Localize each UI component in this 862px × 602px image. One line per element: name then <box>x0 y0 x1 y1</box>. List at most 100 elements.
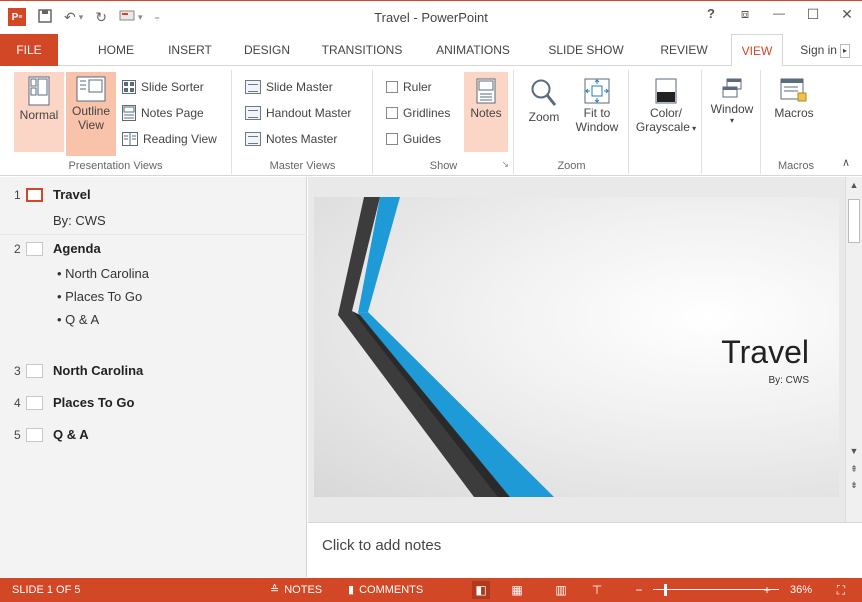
reading-view-status-icon[interactable]: ▥ <box>552 581 570 599</box>
tab-review[interactable]: REVIEW <box>654 34 714 66</box>
reading-view-label: Reading View <box>143 132 217 146</box>
help-icon[interactable]: ? <box>704 6 718 23</box>
show-dialog-launcher-icon[interactable]: ↘ <box>501 159 509 170</box>
tab-transitions[interactable]: TRANSITIONS <box>316 34 408 66</box>
gridlines-checkbox[interactable]: Gridlines <box>386 102 450 124</box>
notes-status-button[interactable]: ≙ NOTES <box>270 578 322 602</box>
zoom-button[interactable]: Zoom <box>523 72 565 152</box>
handout-master-label: Handout Master <box>266 106 352 120</box>
tab-design[interactable]: DESIGN <box>236 34 298 66</box>
save-icon[interactable] <box>38 8 52 26</box>
zoom-percentage[interactable]: 36% <box>790 578 812 602</box>
slide-master-button[interactable]: Slide Master <box>245 76 333 98</box>
outline-bullet[interactable]: • Places To Go <box>57 289 142 304</box>
outline-view-label-1: Outline <box>71 104 111 118</box>
group-zoom: Zoom Fit to Window Zoom <box>515 70 629 174</box>
normal-view-icon <box>28 76 50 106</box>
color-grayscale-label-2-text: Grayscale <box>635 120 690 134</box>
normal-view-status-icon[interactable]: ◧ <box>472 581 490 599</box>
tab-insert[interactable]: INSERT <box>160 34 220 66</box>
color-grayscale-button[interactable]: Color/ Grayscale ▾ <box>634 72 698 152</box>
slide-subtitle[interactable]: By: CWS <box>768 375 809 386</box>
notes-placeholder[interactable]: Click to add notes <box>322 537 441 554</box>
outline-view-icon <box>76 76 106 102</box>
previous-slide-icon[interactable]: ⇞ <box>846 461 862 477</box>
outline-slide-1-subtitle[interactable]: By: CWS <box>53 213 106 228</box>
start-from-beginning-icon[interactable] <box>119 9 135 26</box>
outline-slide-1[interactable]: 1 Travel <box>14 187 91 202</box>
zoom-label: Zoom <box>528 110 560 124</box>
status-bar: SLIDE 1 OF 5 ≙ NOTES ▮ COMMENTS ◧ ▦ ▥ ⊤ … <box>0 578 862 602</box>
undo-dropdown-icon[interactable]: ▾ <box>79 12 84 23</box>
outline-bullet[interactable]: • North Carolina <box>57 266 149 281</box>
notes-toggle-button[interactable]: Notes <box>464 72 508 152</box>
zoom-out-icon[interactable]: − <box>630 581 648 599</box>
next-slide-icon[interactable]: ⇟ <box>846 477 862 493</box>
tab-animations[interactable]: ANIMATIONS <box>430 34 516 66</box>
tab-view[interactable]: VIEW <box>731 34 783 67</box>
slide-sorter-status-icon[interactable]: ▦ <box>508 581 526 599</box>
tabs-scroll-right-icon[interactable]: ▸ <box>839 43 850 58</box>
vertical-scrollbar[interactable]: ▲ ▼ ⇞ ⇟ <box>845 177 862 522</box>
zoom-group-label: Zoom <box>557 160 586 172</box>
guides-checkbox[interactable]: Guides <box>386 128 441 150</box>
current-slide[interactable]: Travel By: CWS <box>314 197 839 497</box>
group-presentation-views: Normal Outline View Slide Sorter Notes P… <box>0 70 232 174</box>
outline-slide-5[interactable]: 5 Q & A <box>14 427 89 442</box>
comments-status-label: COMMENTS <box>359 584 424 596</box>
customize-qat-icon[interactable]: ⩦ <box>155 12 160 23</box>
tab-slide-show[interactable]: SLIDE SHOW <box>544 34 628 66</box>
macros-group-label: Macros <box>777 160 815 172</box>
zoom-slider-thumb[interactable] <box>664 584 667 596</box>
slide-thumbnail-icon <box>26 187 43 202</box>
outline-pane[interactable]: 1 Travel By: CWS 2 Agenda • North Caroli… <box>0 177 307 577</box>
fit-to-window-button[interactable]: Fit to Window <box>569 72 625 152</box>
outline-slide-4[interactable]: 4 Places To Go <box>14 395 134 410</box>
outline-slide-2[interactable]: 2 Agenda <box>14 241 101 256</box>
ruler-checkbox[interactable]: Ruler <box>386 76 432 98</box>
notes-page-button[interactable]: Notes Page <box>122 102 204 124</box>
notes-page-icon <box>122 105 136 121</box>
powerpoint-logo-icon: P ≡ <box>8 8 26 26</box>
slide-show-status-icon[interactable]: ⊤ <box>588 581 606 599</box>
tab-home[interactable]: HOME <box>86 34 146 66</box>
start-dropdown-icon[interactable]: ▾ <box>138 12 143 23</box>
normal-view-button[interactable]: Normal <box>14 72 64 152</box>
scroll-down-icon[interactable]: ▼ <box>846 443 862 459</box>
sign-in-link[interactable]: Sign in ▸ <box>800 34 850 66</box>
tab-file[interactable]: FILE <box>0 34 58 66</box>
outline-slide-title: Travel <box>53 187 91 202</box>
scroll-up-icon[interactable]: ▲ <box>846 177 862 193</box>
fit-slide-to-window-icon[interactable]: ⛶ <box>832 581 850 599</box>
reading-view-button[interactable]: Reading View <box>122 128 217 150</box>
outline-view-button[interactable]: Outline View <box>66 72 116 156</box>
outline-slide-3[interactable]: 3 North Carolina <box>14 363 143 378</box>
notes-master-button[interactable]: Notes Master <box>245 128 337 150</box>
slide-sorter-button[interactable]: Slide Sorter <box>122 76 204 98</box>
zoom-in-icon[interactable]: + <box>758 581 776 599</box>
macros-button[interactable]: Macros <box>766 72 822 152</box>
gridlines-check-icon <box>386 107 398 119</box>
minimize-icon[interactable]: — <box>772 6 786 23</box>
close-icon[interactable]: ✕ <box>840 6 854 23</box>
ribbon-display-options-icon[interactable]: ⧈ <box>738 6 752 23</box>
slide-sorter-label: Slide Sorter <box>141 80 204 94</box>
outline-slide-title: Places To Go <box>53 395 135 410</box>
notes-pane[interactable]: Click to add notes <box>308 522 862 577</box>
outline-bullet[interactable]: • Q & A <box>57 312 99 327</box>
scrollbar-thumb[interactable] <box>848 199 860 243</box>
handout-master-button[interactable]: Handout Master <box>245 102 351 124</box>
slide-title[interactable]: Travel <box>721 334 809 371</box>
guides-label: Guides <box>403 132 442 146</box>
notes-page-label: Notes Page <box>141 106 204 120</box>
collapse-ribbon-icon[interactable]: ∧ <box>842 156 850 169</box>
title-bar: P ≡ ↶ ▾ ↻ ▾ ⩦ Travel - PowerPoint ? ⧈ — ☐… <box>0 0 862 34</box>
maximize-icon[interactable]: ☐ <box>806 6 820 23</box>
redo-icon[interactable]: ↻ <box>95 9 107 26</box>
comments-status-button[interactable]: ▮ COMMENTS <box>348 578 423 602</box>
window-button[interactable]: Window ▾ <box>706 72 758 152</box>
ribbon: Normal Outline View Slide Sorter Notes P… <box>0 66 862 176</box>
undo-icon[interactable]: ↶ <box>64 9 76 26</box>
slide-editing-area[interactable]: Travel By: CWS <box>308 177 845 522</box>
slide-master-label: Slide Master <box>266 80 333 94</box>
